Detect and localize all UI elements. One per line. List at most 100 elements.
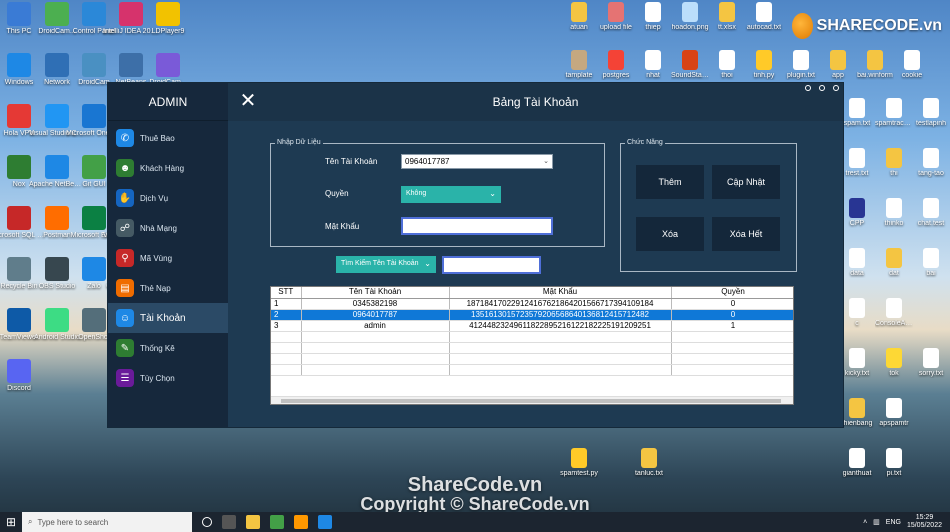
sidebar-item[interactable]: ☍ Nhà Mạng (108, 213, 228, 243)
desktop-file-icon[interactable]: apspamtr (875, 398, 913, 428)
table-cell[interactable]: admin (301, 320, 450, 332)
desktop-icon-label: tok (889, 370, 899, 377)
tray-chevron-up-icon[interactable]: ˄ (863, 519, 867, 526)
desktop-file-icon[interactable]: plugin.txt (782, 50, 820, 80)
desktop-file-icon[interactable]: dat (875, 248, 913, 278)
desktop-file-icon[interactable]: tinh.py (745, 50, 783, 80)
sidebar-item[interactable]: ✆ Thuê Bao (108, 123, 228, 153)
table-cell (271, 342, 302, 354)
desktop-file-icon[interactable]: atuan (560, 2, 598, 32)
app-window-icon[interactable] (318, 515, 332, 529)
desktop-file-icon[interactable]: autocad.txt (745, 2, 783, 32)
desktop-file-icon[interactable]: ConsoleApp (875, 298, 913, 328)
table-cell[interactable]: 4124482324961182289521612218222519120925… (449, 320, 672, 332)
app-icon (7, 104, 31, 128)
network-icon: ☍ (116, 219, 134, 237)
desktop-file-icon[interactable]: nhat (634, 50, 672, 80)
app-green-icon[interactable] (270, 515, 284, 529)
desktop-file-icon[interactable]: thi (875, 148, 913, 178)
sidebar-item[interactable]: ✋ Dịch Vụ (108, 183, 228, 213)
table-cell[interactable]: 1 (271, 298, 302, 310)
desktop-file-icon[interactable]: app (819, 50, 857, 80)
desktop-file-icon[interactable]: spamtracker (875, 98, 913, 128)
desktop-file-icon[interactable]: thinko (875, 198, 913, 228)
clock[interactable]: 15:29 15/05/2022 (907, 514, 942, 530)
role-select[interactable]: Không ⌄ (401, 186, 501, 203)
close-icon[interactable]: ✕ (238, 90, 258, 112)
hand-icon: ✋ (116, 189, 134, 207)
minimize-dot-icon[interactable] (805, 85, 811, 91)
map-pin-icon: ⚲ (116, 249, 134, 267)
delete-button[interactable]: Xóa (636, 217, 704, 251)
desktop-file-icon[interactable]: postgres (597, 50, 635, 80)
search-input[interactable] (442, 256, 541, 274)
action-group: Chức Năng Thêm Cập Nhật Xóa Xóa Hết (620, 138, 797, 272)
update-button[interactable]: Cập Nhật (712, 165, 780, 199)
desktop-file-icon[interactable]: testlapinh (912, 98, 950, 128)
network-icon[interactable]: ▥ (873, 518, 880, 526)
desktop-file-icon[interactable]: sorry.txt (912, 348, 950, 378)
chevron-down-icon: ⌄ (424, 259, 431, 268)
account-table[interactable]: STT Tên Tài Khoản Mật Khẩu Quyền 1 034538219… (270, 286, 794, 405)
cortana-icon[interactable] (202, 517, 212, 527)
table-row[interactable]: 3 admin 4124482324961182289521612218222519… (271, 320, 793, 332)
desktop-file-icon[interactable]: tt.xlsx (708, 2, 746, 32)
table-cell[interactable]: 0964017787 (301, 309, 450, 321)
search-field-select[interactable]: Tìm Kiếm Tên Tài Khoản ⌄ (336, 256, 436, 273)
table-row[interactable]: 1 0345382198 18718417022912416762186420156… (271, 298, 793, 310)
desktop-file-icon[interactable]: chat.test (912, 198, 950, 228)
scrollbar-thumb[interactable] (281, 399, 781, 403)
desktop-icon[interactable]: LDPlayer9 (140, 2, 196, 36)
sidebar-item[interactable]: ▤ Thẻ Nạp (108, 273, 228, 303)
desktop-file-icon[interactable]: bai.winform (856, 50, 894, 80)
desktop-file-icon[interactable]: hoadon.png (671, 2, 709, 32)
password-input[interactable] (401, 217, 553, 235)
desktop-file-icon[interactable]: tamplate (560, 50, 598, 80)
table-cell[interactable]: 3 (271, 320, 302, 332)
desktop-file-icon[interactable]: upload file (597, 2, 635, 32)
desktop-file-icon[interactable]: thoi (708, 50, 746, 80)
clock-date: 15/05/2022 (906, 522, 942, 529)
add-button[interactable]: Thêm (636, 165, 704, 199)
sidebar-item[interactable]: ⚲ Mã Vùng (108, 243, 228, 273)
table-cell[interactable]: 1871841702291241676218642015667173941091… (449, 298, 672, 310)
desktop-file-icon[interactable]: cookie (893, 50, 931, 80)
table-row[interactable]: 2 0964017787 13516130157235792065686401368… (271, 309, 793, 321)
close-dot-icon[interactable] (833, 85, 839, 91)
table-cell[interactable]: 0 (671, 298, 793, 310)
sidebar-item[interactable]: ☻ Khách Hàng (108, 153, 228, 183)
sidebar-item[interactable]: ✎ Thống Kê (108, 333, 228, 363)
table-column-header[interactable]: Quyền (671, 287, 793, 299)
sublime-text-icon[interactable] (294, 515, 308, 529)
desktop-icon[interactable]: Discord (0, 359, 47, 393)
file-icon (886, 448, 902, 468)
windows-start-icon[interactable]: ⊞ (0, 512, 22, 532)
account-combo[interactable]: 0964017787 ⌄ (401, 154, 553, 169)
language-indicator[interactable]: ENG (886, 519, 901, 526)
table-cell[interactable]: 1351613015723579206568640136812415712482 (449, 309, 672, 321)
desktop-file-icon[interactable]: thiep (634, 2, 672, 32)
sharecode-logo: SHARECODE.vn (792, 12, 942, 40)
desktop-file-icon[interactable]: SoundStation (671, 50, 709, 80)
desktop-file-icon[interactable]: tang-tao (912, 148, 950, 178)
table-column-header[interactable]: Mật Khẩu (449, 287, 672, 299)
file-icon (886, 348, 902, 368)
table-cell[interactable]: 1 (671, 320, 793, 332)
desktop-file-icon[interactable]: tok (875, 348, 913, 378)
taskbar-search[interactable]: ⌕ Type here to search (22, 512, 192, 532)
horizontal-scrollbar[interactable] (271, 396, 793, 404)
maximize-dot-icon[interactable] (819, 85, 825, 91)
table-column-header[interactable]: Tên Tài Khoản (301, 287, 450, 299)
delete-all-button[interactable]: Xóa Hết (712, 217, 780, 251)
task-view-icon[interactable] (222, 515, 236, 529)
table-cell[interactable]: 0 (671, 309, 793, 321)
table-column-header[interactable]: STT (271, 287, 302, 299)
desktop-file-icon[interactable]: bai (912, 248, 950, 278)
chevron-down-icon: ⌄ (489, 189, 496, 198)
table-cell[interactable]: 2 (271, 309, 302, 321)
sidebar-item[interactable]: ☰ Tùy Chọn (108, 363, 228, 393)
table-cell[interactable]: 0345382198 (301, 298, 450, 310)
sidebar-item[interactable]: ☺ Tài Khoản (108, 303, 228, 333)
file-explorer-icon[interactable] (246, 515, 260, 529)
sidebar-item-label: Thuê Bao (140, 133, 175, 143)
